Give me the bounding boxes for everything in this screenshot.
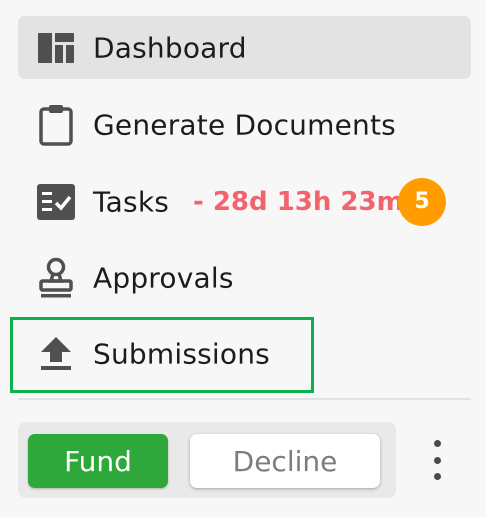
sidebar: Dashboard Generate Documents Tasks - 28d… [0, 0, 486, 517]
task-timer: - 28d 13h 23m [193, 186, 404, 217]
sidebar-item-tasks[interactable]: Tasks - 28d 13h 23m 5 [18, 170, 471, 233]
tasks-icon [36, 182, 76, 222]
fund-button[interactable]: Fund [28, 434, 168, 488]
sidebar-item-approvals[interactable]: Approvals [18, 246, 471, 309]
dashboard-icon [36, 28, 76, 68]
sidebar-item-dashboard[interactable]: Dashboard [18, 16, 471, 79]
more-vertical-icon[interactable] [425, 440, 449, 480]
task-count-badge: 5 [398, 177, 446, 226]
decline-button[interactable]: Decline [190, 434, 380, 488]
divider [18, 398, 471, 400]
action-bar: Fund Decline [18, 422, 396, 498]
upload-icon [36, 334, 76, 374]
sidebar-item-submissions[interactable]: Submissions [18, 322, 471, 385]
sidebar-item-label: Approvals [93, 261, 234, 294]
sidebar-item-label: Submissions [93, 337, 270, 370]
sidebar-item-label: Dashboard [93, 31, 247, 64]
clipboard-icon [36, 104, 76, 146]
stamp-icon [36, 257, 76, 298]
sidebar-item-label: Tasks [93, 185, 170, 218]
sidebar-item-label: Generate Documents [93, 108, 396, 141]
sidebar-item-generate-documents[interactable]: Generate Documents [18, 93, 471, 156]
